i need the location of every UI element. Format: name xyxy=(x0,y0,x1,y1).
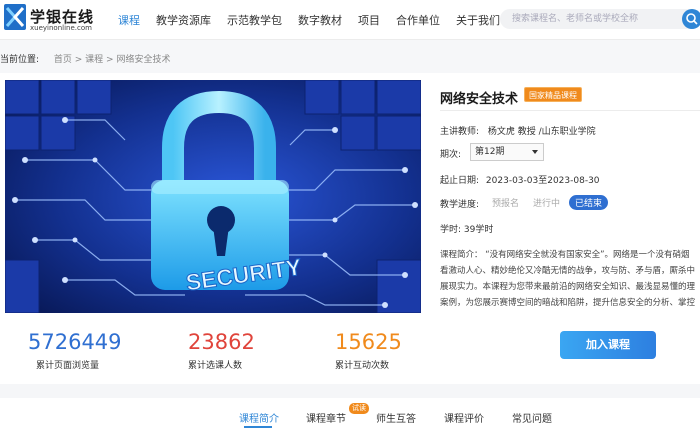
stat-interactions-label: 累计互动次数 xyxy=(335,361,390,371)
hours-row: 学时: 39学时 xyxy=(440,222,493,235)
security-lock-illustration: SECURITY xyxy=(5,80,421,313)
nav-demo-package[interactable]: 示范教学包 xyxy=(227,12,282,28)
breadcrumb: 当前位置: 首页 > 课程 > 网络安全技术 xyxy=(0,52,170,65)
tab-chapters[interactable]: 课程章节 xyxy=(306,410,346,425)
breadcrumb-path[interactable]: 首页 > 课程 > 网络安全技术 xyxy=(54,55,171,65)
intro-line: 展现实力。本课程为您带来最前沿的网络安全知识、最浅显易懂的理 xyxy=(440,282,696,292)
section-gap xyxy=(0,384,700,398)
course-title: 网络安全技术 xyxy=(440,92,519,107)
tab-introduction[interactable]: 课程简介 xyxy=(239,410,279,425)
status-in-progress: 进行中 xyxy=(533,199,561,209)
intro-line: 案例，为您展示赛博空间的暗战和陷阱，提升信息安全的分析、掌控 xyxy=(440,298,696,308)
nav-course[interactable]: 课程 xyxy=(118,12,140,28)
hours-value: 39学时 xyxy=(463,225,494,235)
course-cover-image[interactable]: SECURITY xyxy=(5,80,421,313)
logo-domain: xueyinonline.com xyxy=(30,24,92,32)
join-course-button[interactable]: 加入课程 xyxy=(560,331,656,359)
status-ended-badge: 已结束 xyxy=(569,195,609,210)
dates-label: 起止日期: xyxy=(440,176,480,186)
trial-badge: 试读 xyxy=(349,403,369,414)
stat-enrollments-value: 23862 xyxy=(188,330,255,354)
teacher-label: 主讲教师: xyxy=(440,127,480,137)
term-select-value: 第12期 xyxy=(475,147,505,157)
nav-resource-library[interactable]: 教学资源库 xyxy=(156,12,211,28)
chevron-down-icon xyxy=(532,150,538,154)
term-label: 期次: xyxy=(440,150,462,160)
term-select[interactable]: 第12期 xyxy=(470,143,544,161)
logo-icon[interactable] xyxy=(4,4,26,30)
tab-faq[interactable]: 常见问题 xyxy=(512,410,552,425)
national-quality-badge: 国家精品课程 xyxy=(524,87,582,102)
stat-page-views-label: 累计页面浏览量 xyxy=(36,361,100,371)
hours-label: 学时: xyxy=(440,225,462,235)
teacher-row: 主讲教师: 杨文虎 教授 /山东职业学院 xyxy=(440,124,596,137)
course-intro: 课程简介： “没有网络安全就没有国家安全”。网络是一个没有硝烟 看激动人心、精妙… xyxy=(440,247,700,313)
top-header: 学银在线 xueyinonline.com 课程 教学资源库 示范教学包 数字教… xyxy=(0,0,700,40)
stat-interactions-value: 15625 xyxy=(335,330,402,354)
tab-reviews[interactable]: 课程评价 xyxy=(444,410,484,425)
intro-line: 课程简介： “没有网络安全就没有国家安全”。网络是一个没有硝烟 xyxy=(440,250,690,260)
nav-digital-textbook[interactable]: 数字教材 xyxy=(298,12,342,28)
stat-page-views-value: 5726449 xyxy=(28,330,122,354)
status-preregistration: 预报名 xyxy=(492,199,520,209)
search-icon xyxy=(686,13,698,25)
dates-row: 起止日期: 2023-03-03至2023-08-30 xyxy=(440,173,600,186)
tab-qa[interactable]: 师生互答 xyxy=(376,410,416,425)
breadcrumb-label: 当前位置: xyxy=(0,55,40,65)
nav-projects[interactable]: 项目 xyxy=(358,12,380,28)
progress-label: 教学进度: xyxy=(440,200,480,210)
dates-value: 2023-03-03至2023-08-30 xyxy=(485,176,600,186)
search-button[interactable] xyxy=(682,9,700,29)
nav-about[interactable]: 关于我们 xyxy=(456,12,500,28)
title-divider xyxy=(440,110,700,111)
intro-line: 看激动人心、精妙绝伦又冷酷无情的战争，攻与防、矛与盾，厮杀中 xyxy=(440,266,696,276)
nav-partners[interactable]: 合作单位 xyxy=(396,12,440,28)
search-input[interactable] xyxy=(500,9,700,29)
stat-enrollments-label: 累计选课人数 xyxy=(188,361,243,371)
main-nav: 课程 教学资源库 示范教学包 数字教材 项目 合作单位 关于我们 xyxy=(118,12,516,28)
teacher-value[interactable]: 杨文虎 教授 /山东职业学院 xyxy=(488,127,596,137)
